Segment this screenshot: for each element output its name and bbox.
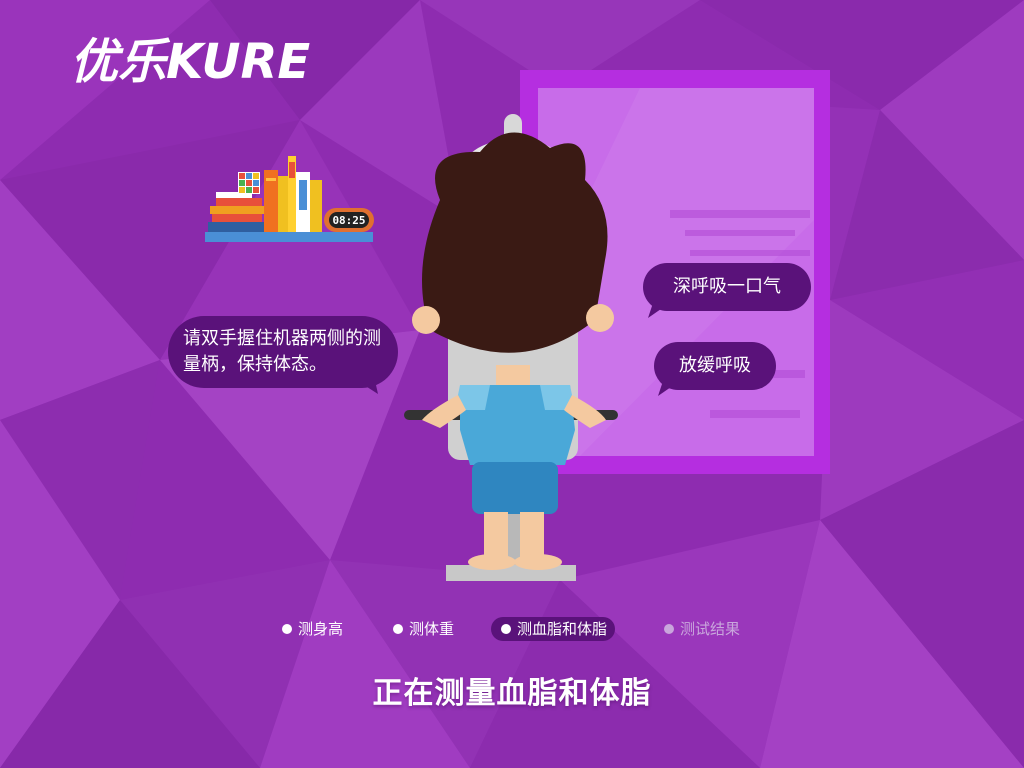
rubiks-cube-icon <box>238 172 260 194</box>
step-label: 测试结果 <box>680 620 741 638</box>
bookshelf-illustration: 08:25 <box>205 156 374 242</box>
digital-clock-icon: 08:25 <box>324 208 374 232</box>
step-dot-icon <box>664 623 674 634</box>
step-label: 测体重 <box>409 620 455 638</box>
child-measurement-illustration <box>404 114 618 581</box>
progress-steps: 测身高 测体重 测血脂和体脂 测试结果 <box>0 617 1024 641</box>
step-height: 测身高 <box>282 617 343 641</box>
breathe-slow-text: 放缓呼吸 <box>679 355 751 376</box>
step-label: 测身高 <box>298 620 344 638</box>
breathe-deep-bubble-tail <box>648 300 674 318</box>
instruction-text: 请双手握住机器两侧的测量柄，保持体态。 <box>183 328 381 375</box>
logo-text: 优乐KURE <box>70 34 310 90</box>
breathe-slow-bubble-tail <box>658 378 684 396</box>
breathe-deep-text: 深呼吸一口气 <box>673 276 781 297</box>
step-blood-lipid-body-fat: 测血脂和体脂 <box>491 617 616 641</box>
step-dot-icon <box>282 623 292 634</box>
step-weight: 测体重 <box>393 617 454 641</box>
status-title: 正在测量血脂和体脂 <box>372 676 652 711</box>
kure-logo: 优乐KURE <box>70 30 380 90</box>
step-results: 测试结果 <box>664 617 740 641</box>
instruction-bubble-tail <box>350 376 378 394</box>
step-dot-icon <box>393 623 403 634</box>
step-label: 测血脂和体脂 <box>517 620 608 638</box>
clock-time: 08:25 <box>332 214 365 227</box>
step-dot-icon <box>501 623 511 634</box>
